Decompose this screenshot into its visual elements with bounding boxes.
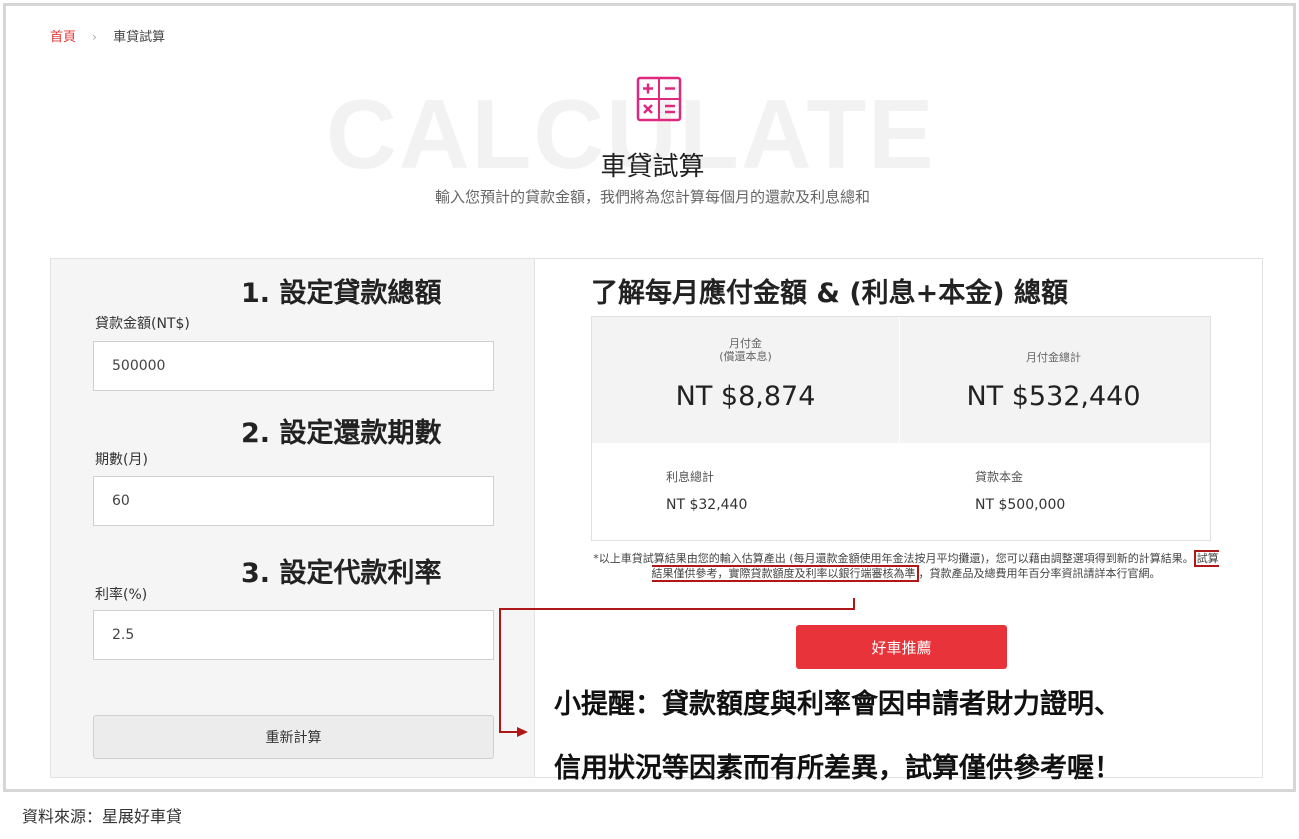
monthly-payment-sublabel: (償還本息) (719, 350, 772, 363)
results-box: 月付金 (償還本息) NT $8,874 月付金總計 NT $532,440 利… (591, 316, 1211, 541)
source-caption: 資料來源：星展好車貸 (22, 807, 183, 826)
period-input[interactable]: 60 (93, 476, 494, 526)
step1-annotation: 1. 設定貸款總額 (241, 278, 442, 309)
principal-label: 貸款本金 (975, 470, 1024, 484)
interest-total-label: 利息總計 (666, 470, 715, 484)
note-part2: ，貸款產品及總費用年百分率資訊請詳本行官網。 (918, 567, 1161, 580)
monthly-payment-value: NT $8,874 (675, 381, 816, 412)
rate-input[interactable]: 2.5 (93, 610, 494, 660)
page-subtitle: 輸入您預計的貸款金額，我們將為您計算每個月的還款及利息總和 (434, 188, 870, 206)
amount-label: 貸款金額(NT$) (95, 316, 190, 332)
step2-annotation: 2. 設定還款期數 (241, 418, 442, 449)
car-recommend-button[interactable]: 好車推薦 (796, 625, 1007, 669)
period-label: 期數(月) (95, 452, 148, 468)
breadcrumb-current: 車貸試算 (113, 30, 166, 45)
divider (899, 317, 900, 443)
input-panel: 1. 設定貸款總額 貸款金額(NT$) 500000 2. 設定還款期數 期數(… (50, 258, 535, 778)
interest-total-value: NT $32,440 (666, 497, 748, 513)
principal-value: NT $500,000 (975, 497, 1066, 513)
chevron-right-icon: › (92, 30, 97, 44)
amount-input[interactable]: 500000 (93, 341, 494, 391)
step3-annotation: 3. 設定代款利率 (241, 558, 442, 589)
reminder-line2: 信用狀況等因素而有所差異，試算僅供參考喔！ (554, 753, 1121, 784)
disclaimer-note: *以上車貸試算結果由您的輸入估算產出 (每月還款金額使用年金法按月平均攤還)，您… (591, 550, 1221, 582)
total-payment-value: NT $532,440 (966, 381, 1141, 412)
note-part1: *以上車貸試算結果由您的輸入估算產出 (每月還款金額使用年金法按月平均攤還)，您… (593, 552, 1194, 565)
breadcrumb: 首頁 › 車貸試算 (50, 26, 165, 45)
page-frame: 首頁 › 車貸試算 CALCULATE 車貸試算 輸入您預計的貸款金額，我們將為… (3, 3, 1296, 792)
reminder-line1: 小提醒：貸款額度與利率會因申請者財力證明、 (554, 689, 1121, 720)
breadcrumb-home-link[interactable]: 首頁 (50, 30, 76, 45)
calculator-icon (636, 76, 682, 122)
page-title: 車貸試算 (600, 152, 705, 182)
results-summary-area: 月付金 (償還本息) NT $8,874 月付金總計 NT $532,440 (592, 317, 1210, 443)
total-payment-label: 月付金總計 (1026, 351, 1081, 364)
results-heading-annotation: 了解每月應付金額 & (利息+本金) 總額 (591, 278, 1069, 309)
rate-label: 利率(%) (95, 587, 148, 603)
monthly-payment-label: 月付金 (729, 337, 762, 350)
recalculate-button[interactable]: 重新計算 (93, 715, 494, 759)
